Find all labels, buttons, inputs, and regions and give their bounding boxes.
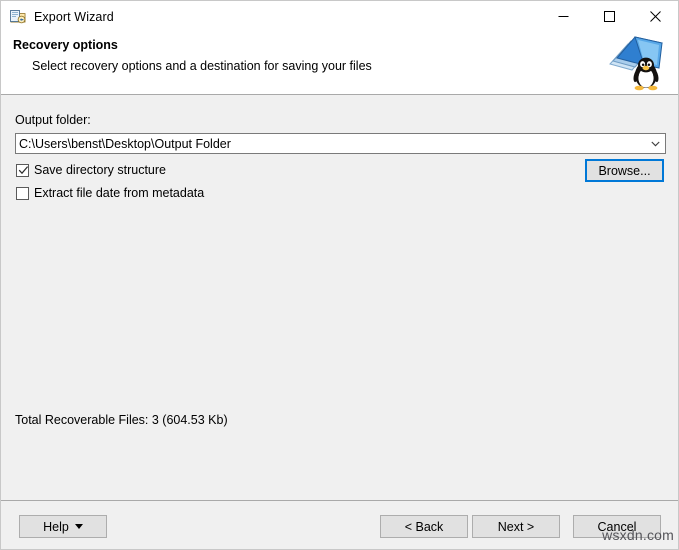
export-wizard-window: Export Wizard Recovery options Select re… (0, 0, 679, 550)
checkbox-box[interactable] (16, 186, 29, 200)
window-controls (540, 1, 678, 32)
output-folder-label: Output folder: (15, 113, 91, 127)
wizard-footer: Help < Back Next > Cancel wsxdn.com (1, 501, 678, 549)
help-button[interactable]: Help (19, 515, 107, 538)
maximize-icon[interactable] (586, 1, 632, 32)
output-folder-combobox[interactable]: C:\Users\benst\Desktop\Output Folder (15, 133, 666, 154)
options-panel: Output folder: C:\Users\benst\Desktop\Ou… (1, 95, 678, 501)
help-button-label: Help (43, 519, 69, 534)
wizard-header: Recovery options Select recovery options… (1, 32, 678, 95)
checkbox-label: Save directory structure (34, 163, 166, 177)
minimize-icon[interactable] (540, 1, 586, 32)
checkbox-save-directory-structure[interactable]: Save directory structure (16, 163, 166, 177)
window-title: Export Wizard (34, 9, 114, 24)
browse-button[interactable]: Browse... (585, 159, 664, 182)
back-button[interactable]: < Back (380, 515, 468, 538)
checkbox-box[interactable] (16, 163, 29, 179)
close-icon[interactable] (632, 1, 678, 32)
caret-down-icon (74, 524, 83, 529)
checkbox-extract-file-date[interactable]: Extract file date from metadata (16, 186, 204, 200)
linux-penguin-folder-logo (604, 34, 670, 92)
check-icon (18, 165, 29, 179)
page-title: Recovery options (13, 38, 118, 52)
page-subtitle: Select recovery options and a destinatio… (32, 59, 372, 73)
output-folder-value[interactable]: C:\Users\benst\Desktop\Output Folder (16, 137, 646, 151)
checkbox-label: Extract file date from metadata (34, 186, 205, 200)
next-button[interactable]: Next > (472, 515, 560, 538)
watermark: wsxdn.com (602, 527, 674, 543)
chevron-down-icon[interactable] (646, 134, 665, 153)
total-recoverable-files-status: Total Recoverable Files: 3 (604.53 Kb) (15, 413, 228, 427)
export-folder-icon (10, 9, 26, 25)
title-bar: Export Wizard (1, 1, 678, 32)
